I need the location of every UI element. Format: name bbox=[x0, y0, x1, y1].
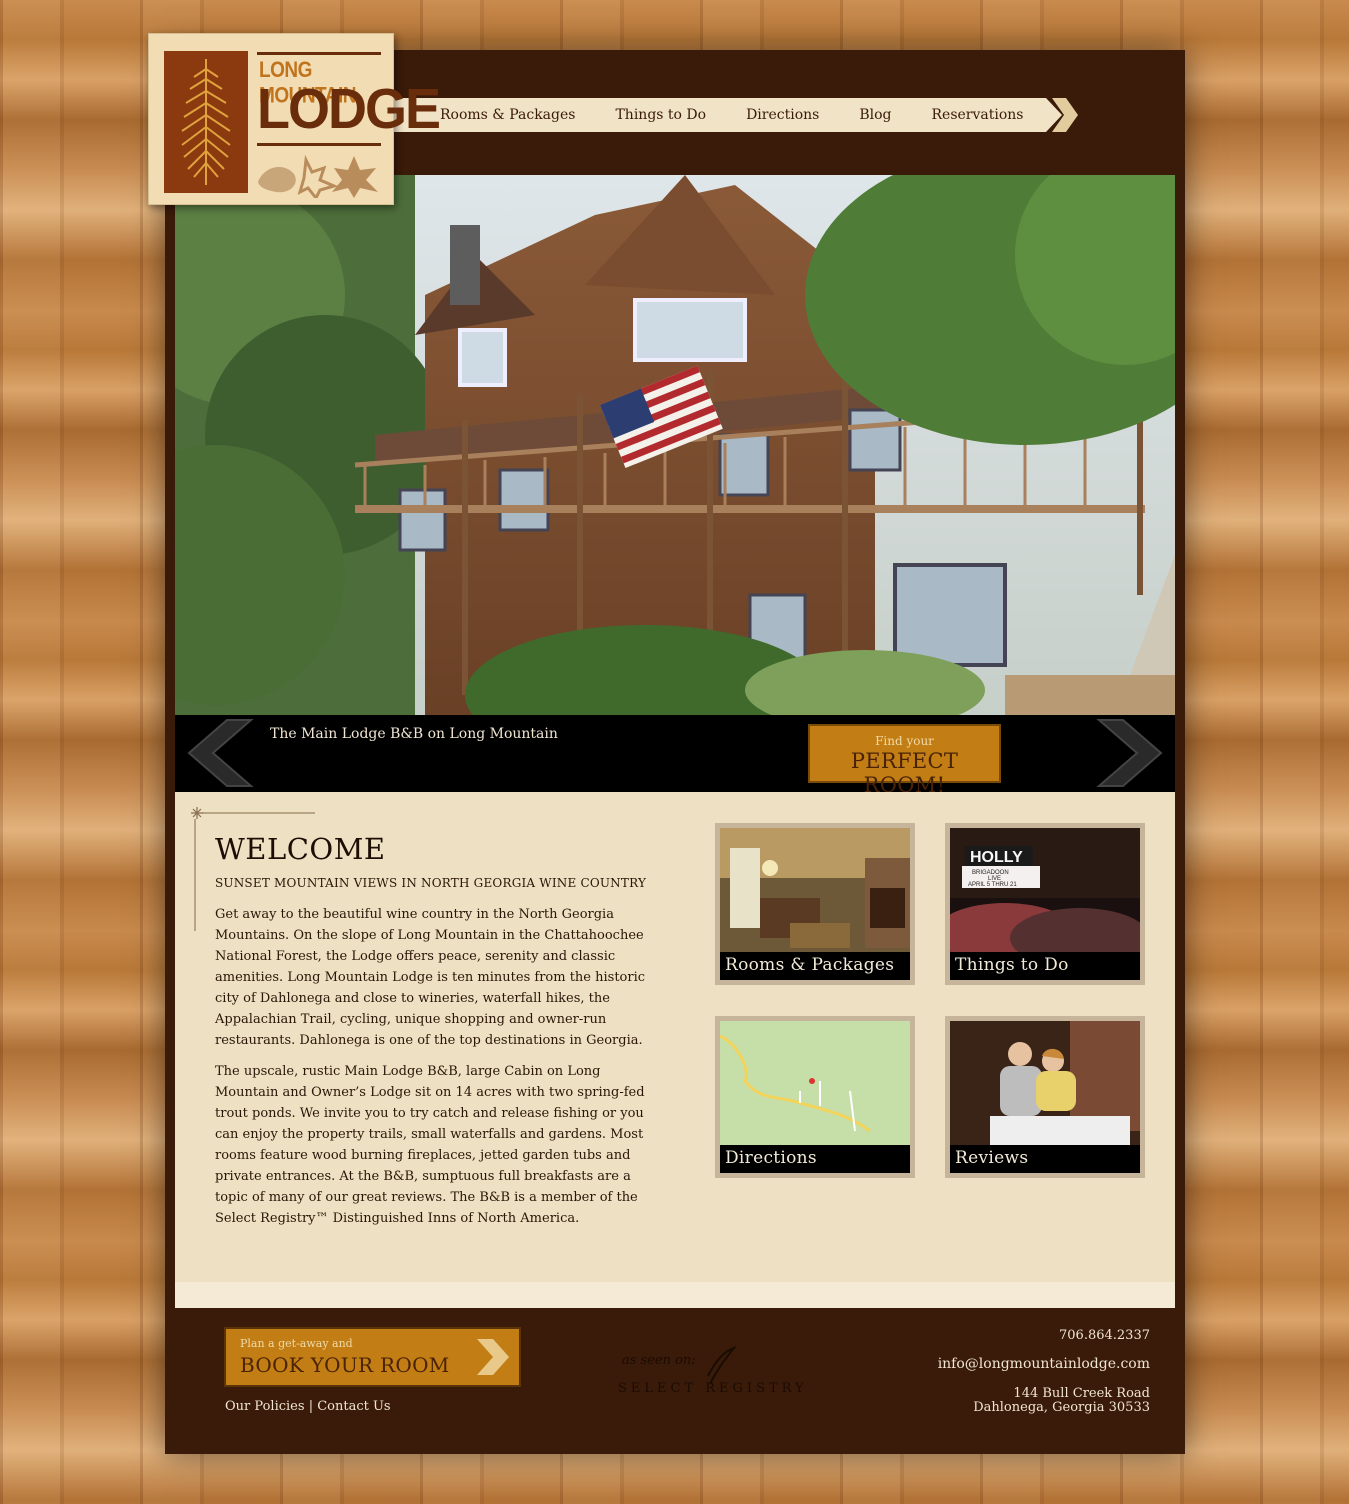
quill-icon bbox=[707, 1345, 737, 1385]
leaves-icon bbox=[254, 152, 384, 202]
nav-item-things-to-do[interactable]: Things to Do bbox=[615, 107, 706, 123]
previous-arrow-icon[interactable] bbox=[185, 718, 255, 788]
nav-item-rooms-packages[interactable]: Rooms & Packages bbox=[440, 107, 575, 123]
contact-email[interactable]: info@longmountainlodge.com bbox=[938, 1356, 1150, 1372]
seen-on-text: as seen on: bbox=[622, 1353, 696, 1368]
nav-item-reservations[interactable]: Reservations bbox=[932, 107, 1024, 123]
find-room-big-label: PERFECT ROOM! bbox=[850, 749, 959, 797]
select-registry-logo[interactable]: as seen on: SELECT REGISTRY bbox=[618, 1345, 818, 1410]
welcome-paragraph: Get away to the beautiful wine country i… bbox=[215, 907, 646, 1048]
find-perfect-room-button[interactable]: Find your PERFECT ROOM! bbox=[808, 724, 1001, 797]
next-arrow-icon[interactable] bbox=[1095, 718, 1165, 788]
our-policies-link[interactable]: Our Policies bbox=[225, 1399, 305, 1414]
tile-things-to-do[interactable]: HOLLY BRIGADOON LIVE APRIL 5 THRU 21 Thi… bbox=[945, 823, 1145, 985]
select-registry-text: SELECT REGISTRY bbox=[618, 1381, 808, 1396]
tile-label: Rooms & Packages bbox=[720, 952, 910, 980]
main-nav: Rooms & Packages Things to Do Directions… bbox=[394, 98, 1078, 132]
footer-link-separator: | bbox=[308, 1399, 314, 1414]
theater-sign: HOLLY bbox=[970, 849, 1023, 866]
logo-line2: LODGE bbox=[257, 77, 441, 141]
welcome-subheading: SUNSET MOUNTAIN VIEWS IN NORTH GEORGIA W… bbox=[215, 876, 647, 890]
tile-label: Reviews bbox=[950, 1145, 1140, 1173]
book-your-room-button[interactable]: Plan a get-away and BOOK YOUR ROOM bbox=[224, 1327, 521, 1387]
contact-address-line2: Dahlonega, Georgia 30533 bbox=[973, 1400, 1150, 1415]
tile-label: Things to Do bbox=[950, 952, 1140, 980]
site-logo[interactable]: LONG MOUNTAIN LODGE bbox=[148, 33, 441, 205]
tile-directions[interactable]: Directions bbox=[715, 1016, 915, 1178]
book-room-small-label: Plan a get-away and bbox=[240, 1337, 353, 1350]
theater-marquee-line: APRIL 5 THRU 21 bbox=[968, 882, 1017, 888]
nav-item-blog[interactable]: Blog bbox=[859, 107, 891, 123]
content-footer-strip bbox=[175, 1282, 1175, 1308]
pine-tree-icon bbox=[164, 51, 248, 193]
nav-item-directions[interactable]: Directions bbox=[746, 107, 819, 123]
contact-us-link[interactable]: Contact Us bbox=[317, 1399, 390, 1414]
tile-label: Directions bbox=[720, 1145, 910, 1173]
find-room-small-label: Find your bbox=[875, 734, 934, 748]
welcome-body: Get away to the beautiful wine country i… bbox=[215, 904, 655, 1239]
logo-rule bbox=[257, 52, 381, 55]
book-room-big-label: BOOK YOUR ROOM bbox=[240, 1353, 450, 1377]
logo-rule bbox=[257, 143, 381, 146]
footer-links: Our Policies | Contact Us bbox=[225, 1399, 391, 1414]
hero-image bbox=[175, 175, 1175, 715]
contact-phone[interactable]: 706.864.2337 bbox=[1059, 1328, 1150, 1343]
chevron-right-icon bbox=[477, 1339, 509, 1375]
contact-address-line1: 144 Bull Creek Road bbox=[1013, 1386, 1150, 1401]
hero-caption-bar: The Main Lodge B&B on Long Mountain Find… bbox=[175, 715, 1175, 797]
welcome-paragraph: The upscale, rustic Main Lodge B&B, larg… bbox=[215, 1064, 645, 1226]
welcome-heading: WELCOME bbox=[215, 832, 386, 866]
tile-rooms-packages[interactable]: Rooms & Packages bbox=[715, 823, 915, 985]
tile-reviews[interactable]: Reviews bbox=[945, 1016, 1145, 1178]
hero-caption: The Main Lodge B&B on Long Mountain bbox=[270, 726, 558, 742]
